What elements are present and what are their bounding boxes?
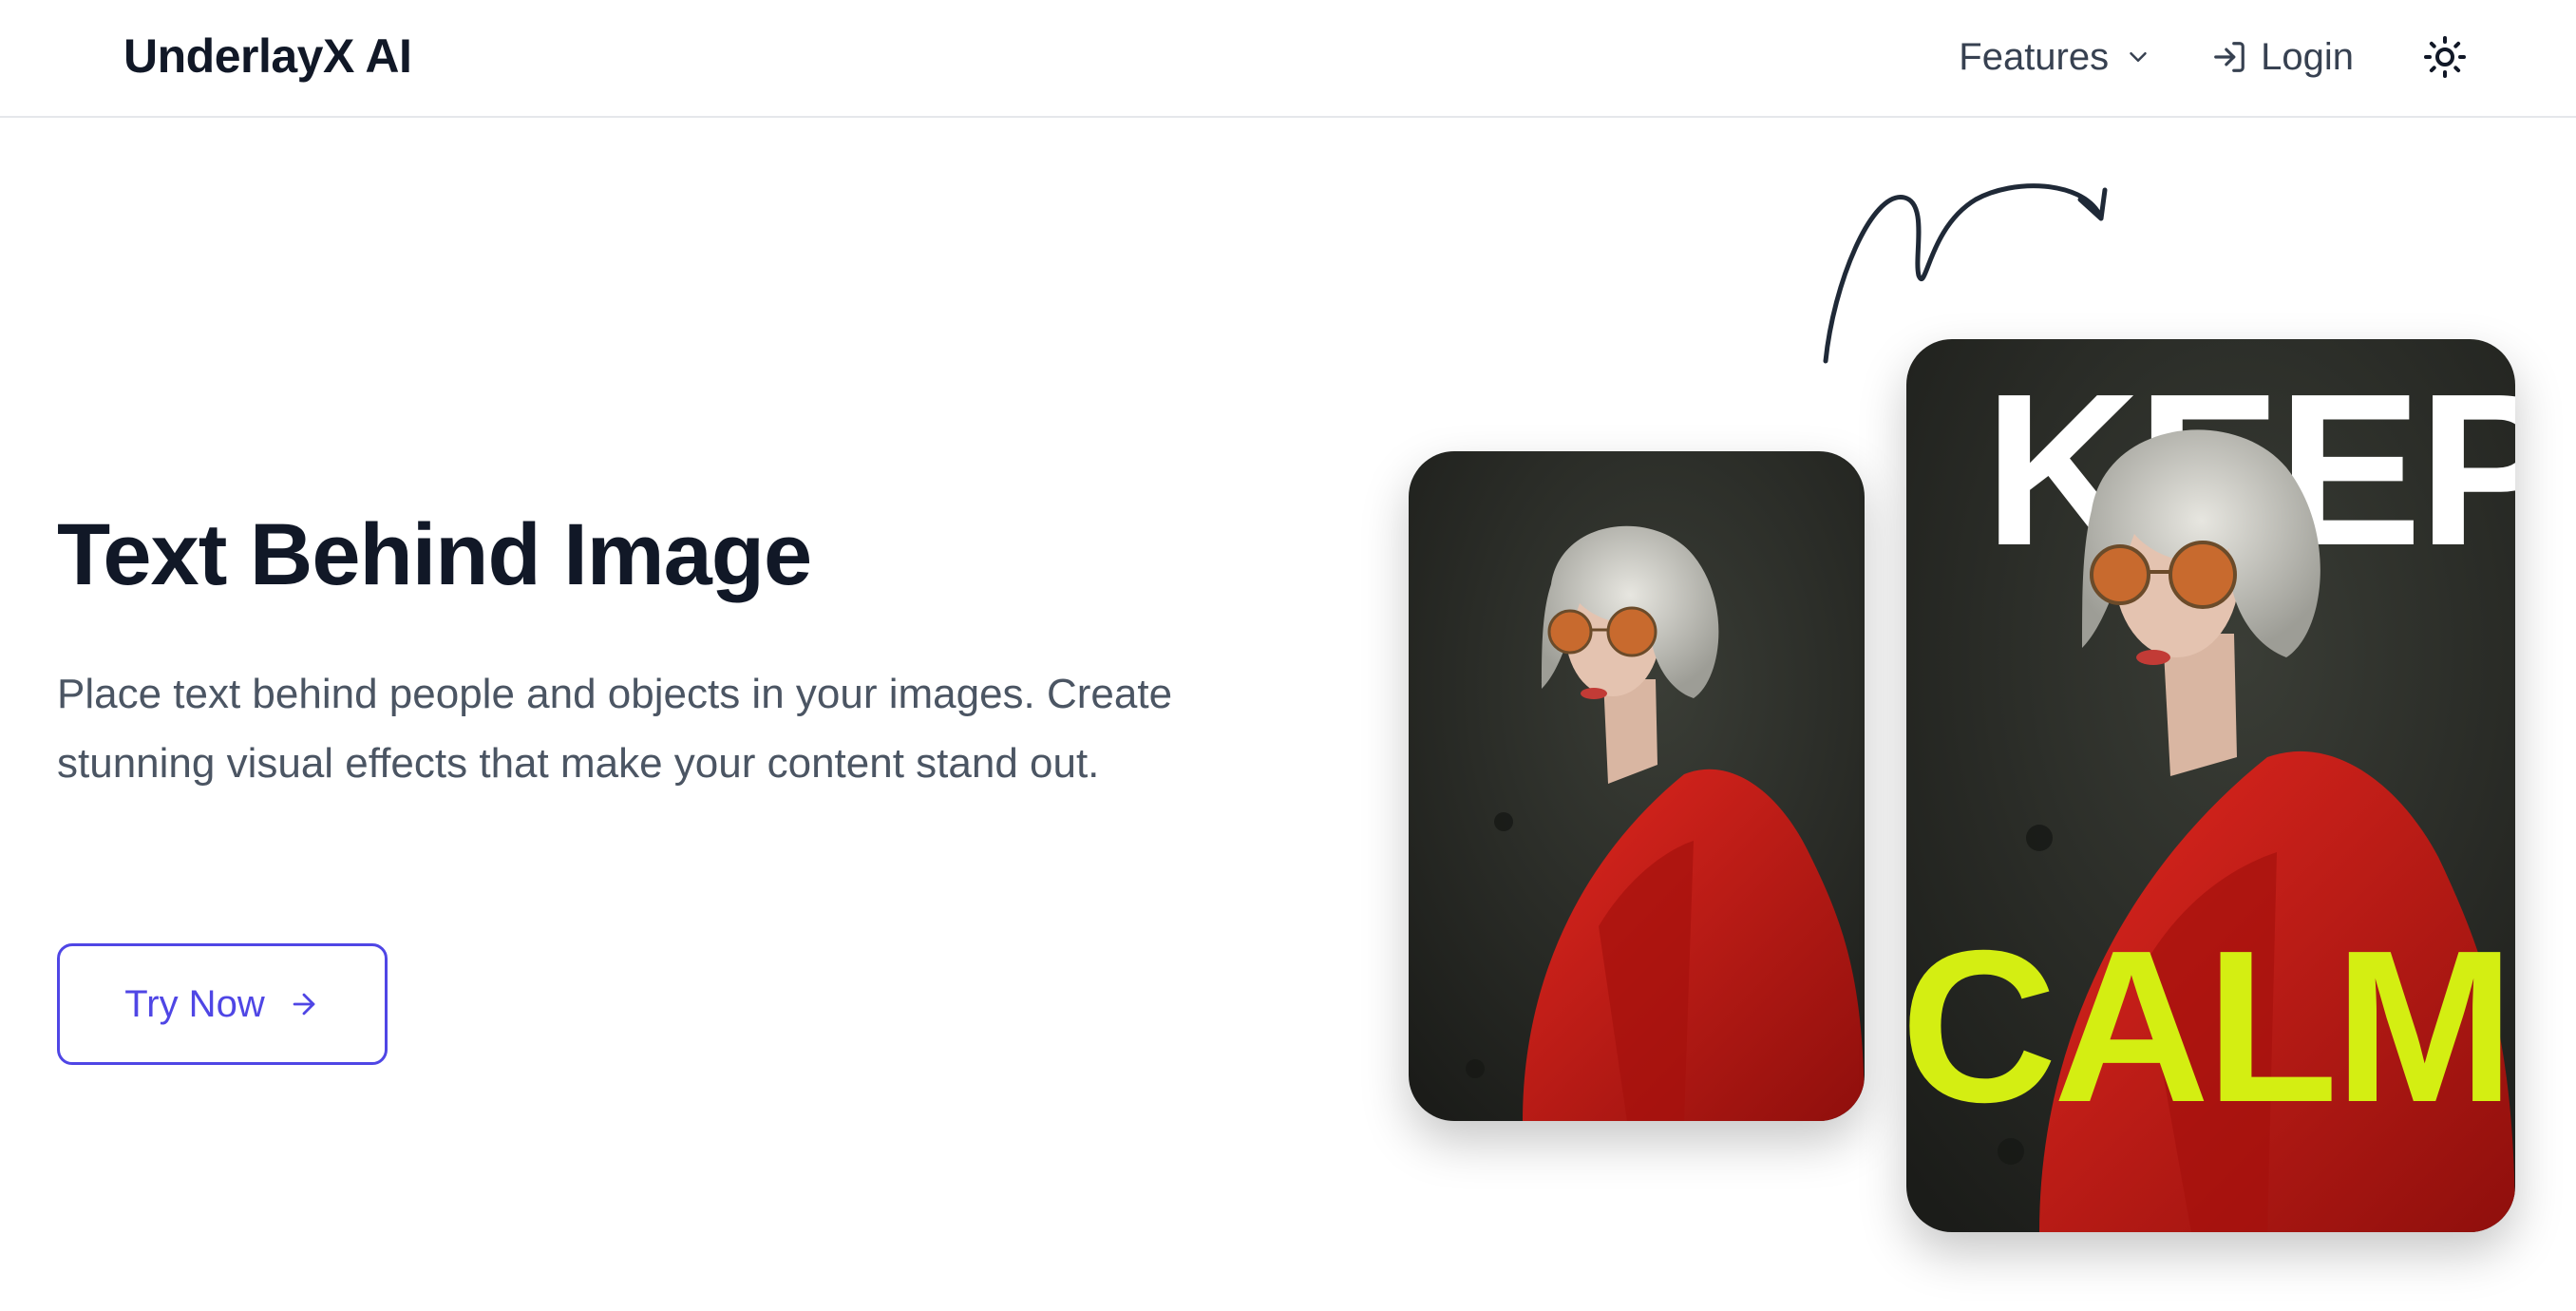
hero-title: Text Behind Image (57, 506, 812, 603)
calm-text-overlay: CALM (1906, 906, 2515, 1148)
features-menu-button[interactable]: Features (1959, 23, 2152, 91)
features-label: Features (1959, 36, 2110, 78)
login-arrow-icon (2214, 42, 2245, 72)
try-now-button[interactable]: Try Now (57, 943, 388, 1065)
brand-logo[interactable]: UnderlayX AI (123, 27, 412, 86)
original-image-card (1409, 451, 1865, 1121)
sun-icon (2424, 36, 2466, 78)
login-button[interactable]: Login (2211, 23, 2354, 91)
arrow-right-icon (293, 993, 315, 1016)
text-behind-image-card: KEEP CALM (1906, 339, 2515, 1232)
hero-description: Place text behind people and objects in … (57, 671, 1173, 787)
try-now-label: Try Now (124, 982, 265, 1025)
chevron-down-icon (2130, 52, 2147, 62)
theme-toggle-button[interactable] (2411, 23, 2479, 91)
top-navbar: UnderlayX AI Features Login (0, 0, 2576, 118)
portrait-photo-original (1409, 451, 1865, 1121)
login-label: Login (2261, 36, 2354, 78)
main-nav: Features Login (1959, 23, 2479, 91)
